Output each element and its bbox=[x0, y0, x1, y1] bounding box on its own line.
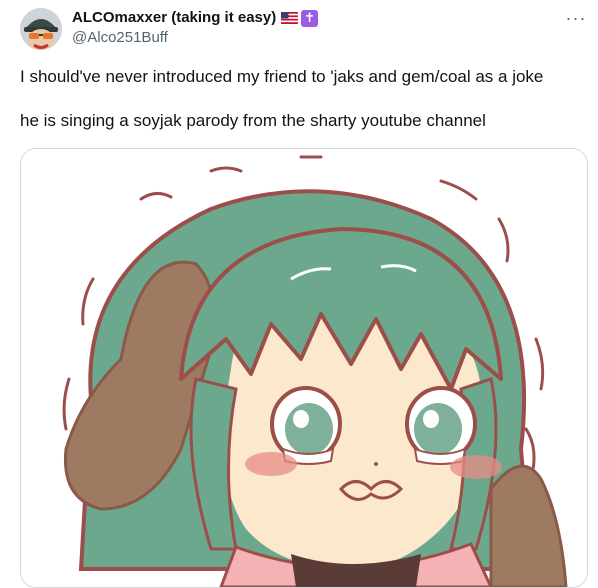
author-display-name[interactable]: ALCOmaxxer (taking it easy) bbox=[72, 9, 276, 27]
anime-girl-crying-image bbox=[21, 149, 587, 587]
author-name-row: ALCOmaxxer (taking it easy) ✝ bbox=[72, 9, 319, 27]
tweet-paragraph: I should've never introduced my friend t… bbox=[20, 67, 544, 86]
author-handle[interactable]: @Alco251Buff bbox=[72, 29, 168, 47]
latin-cross-icon: ✝ bbox=[301, 9, 319, 27]
tweet-text: I should've never introduced my friend t… bbox=[20, 66, 585, 132]
avatar-image bbox=[20, 8, 62, 50]
more-options-icon[interactable]: ··· bbox=[562, 8, 590, 28]
avatar[interactable] bbox=[20, 8, 62, 50]
tweet-paragraph: he is singing a soyjak parody from the s… bbox=[20, 111, 486, 130]
us-flag-icon bbox=[281, 12, 299, 24]
tweet-media[interactable] bbox=[20, 148, 588, 588]
